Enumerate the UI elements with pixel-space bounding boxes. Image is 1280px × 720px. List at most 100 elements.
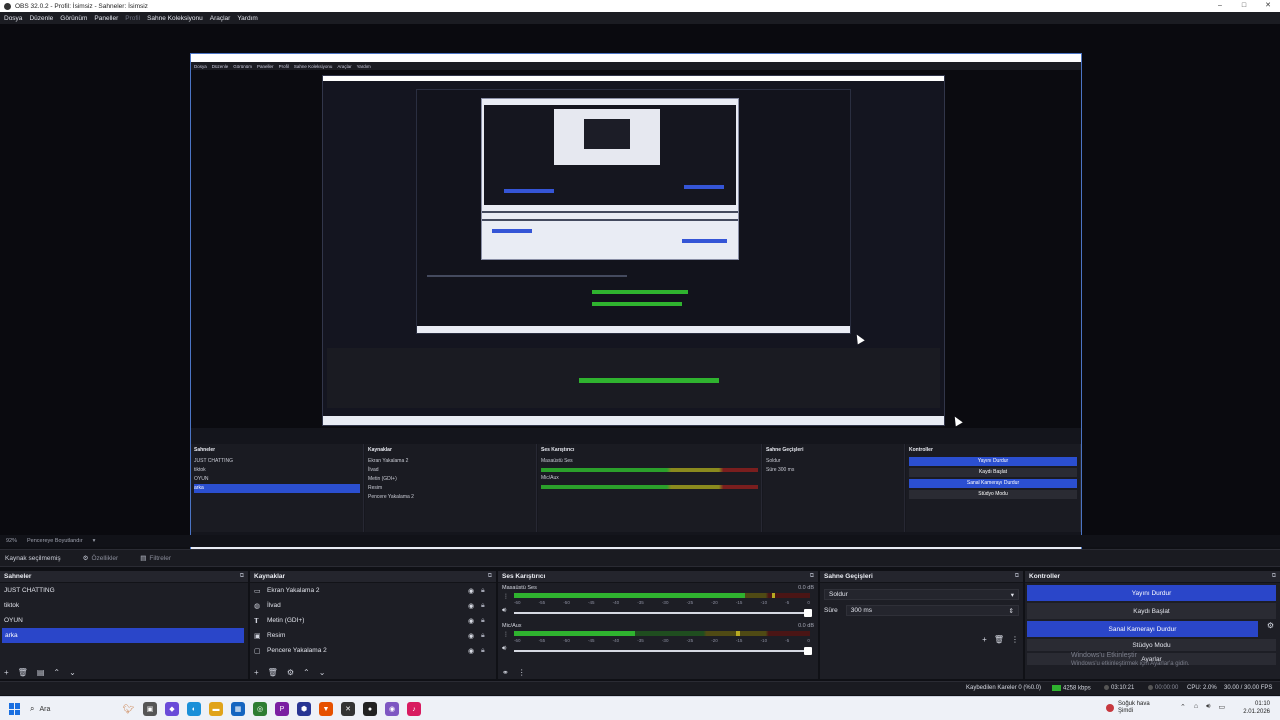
speaker-icon[interactable]: 🔊︎ (502, 607, 506, 615)
source-item[interactable]: 𝗧 Metin (GDI+) ◉ 🔒︎ (250, 613, 496, 628)
edge-icon[interactable]: ◐ (187, 702, 201, 716)
menu-profile[interactable]: Profil (125, 15, 140, 22)
weather-widget[interactable]: Soğuk hava Şimdi (1106, 701, 1150, 715)
chrome-icon[interactable]: ◎ (253, 702, 267, 716)
kebab-menu-icon[interactable]: ⋮ (1011, 635, 1019, 644)
app-icon[interactable]: ⬢ (297, 702, 311, 716)
eye-icon[interactable]: ◉ (468, 632, 474, 640)
taskbar-clock[interactable]: 01:10 2.01.2026 (1243, 700, 1270, 716)
undock-icon[interactable]: ⧉ (810, 573, 814, 580)
spinner-icon[interactable]: ⇕ (1009, 607, 1014, 615)
volume-icon[interactable]: 🔊︎ (1206, 703, 1210, 711)
trash-icon[interactable]: 🗑 (18, 668, 28, 677)
chevron-down-icon[interactable]: ⌄ (69, 668, 76, 677)
zoom-mode[interactable]: Pencereye Boyutlandır (27, 538, 83, 544)
chevron-down-icon[interactable]: ⌄ (319, 668, 326, 677)
gear-icon[interactable]: ⚙ (287, 668, 294, 677)
eye-icon[interactable]: ◉ (468, 602, 474, 610)
chevron-up-icon[interactable]: ⌃ (1180, 703, 1186, 711)
app-icon[interactable]: P (275, 702, 289, 716)
tiktok-icon[interactable]: ♪ (407, 702, 421, 716)
scene-item-selected[interactable]: arka (2, 628, 244, 643)
slider-handle[interactable] (804, 647, 812, 655)
menu-view[interactable]: Görünüm (60, 15, 87, 22)
lock-icon[interactable]: 🔒︎ (481, 632, 485, 640)
transition-select[interactable]: Soldur ▾ (824, 589, 1019, 600)
task-view-icon[interactable]: ▣ (143, 702, 157, 716)
lock-icon[interactable]: 🔒︎ (481, 617, 485, 625)
network-icon[interactable]: ⌂ (1194, 703, 1198, 711)
eye-icon[interactable]: ◉ (468, 617, 474, 625)
source-item[interactable]: ▭ Ekran Yakalama 2 ◉ 🔒︎ (250, 583, 496, 598)
menu-edit[interactable]: Düzenle (29, 15, 53, 22)
source-item[interactable]: ◍ İlvad ◉ 🔒︎ (250, 598, 496, 613)
kebab-menu-icon[interactable]: ⋮ (503, 631, 509, 638)
stop-virtual-camera-button[interactable]: Sanal Kamerayı Durdur (1027, 621, 1258, 637)
studio-mode-button[interactable]: Stüdyo Modu (1027, 639, 1276, 651)
add-icon[interactable]: + (4, 668, 9, 677)
app-icon[interactable]: ◆ (165, 702, 179, 716)
store-icon[interactable]: ▦ (231, 702, 245, 716)
eye-icon[interactable]: ◉ (468, 587, 474, 595)
battery-icon[interactable]: ▭ (1219, 703, 1226, 711)
start-recording-button[interactable]: Kaydı Başlat (1027, 603, 1276, 619)
gear-icon[interactable]: ⚙ (1267, 621, 1274, 630)
undock-icon[interactable]: ⧉ (488, 573, 492, 580)
obs-icon[interactable]: ● (363, 702, 377, 716)
menu-file[interactable]: Dosya (4, 15, 22, 22)
chevron-down-icon[interactable]: ▾ (93, 538, 96, 544)
preview-canvas[interactable]: Dosya Düzenle Görünüm Paneller Profil Sahne K… (0, 24, 1280, 556)
scene-item[interactable]: tiktok (0, 598, 248, 613)
filters-button[interactable]: ▤ Filtreler (140, 554, 171, 563)
menu-docks[interactable]: Paneller (94, 15, 118, 22)
scene-item[interactable]: OYUN (0, 613, 248, 628)
zoom-value[interactable]: 92% (6, 538, 17, 544)
close-icon[interactable]: ✕ (1256, 0, 1280, 12)
app-icon[interactable]: ◉ (385, 702, 399, 716)
menu-help[interactable]: Yardım (237, 15, 257, 22)
captured-preview-level4 (481, 98, 739, 260)
source-item[interactable]: ▣ Resim ◉ 🔒︎ (250, 628, 496, 643)
trash-icon[interactable]: 🗑 (994, 635, 1004, 644)
sources-title: Kaynaklar (254, 573, 286, 580)
chevron-up-icon[interactable]: ⌃ (303, 668, 310, 677)
taskbar-search[interactable]: ⌕ Ara 🐦︎ (30, 702, 140, 716)
volume-slider[interactable] (514, 609, 812, 617)
speaker-icon[interactable]: 🔊︎ (502, 645, 506, 653)
menu-tools[interactable]: Araçlar (210, 15, 231, 22)
lock-icon[interactable]: 🔒︎ (481, 647, 485, 655)
undock-icon[interactable]: ⧉ (1015, 573, 1019, 580)
brave-icon[interactable]: ▼ (319, 702, 333, 716)
add-icon[interactable]: + (254, 668, 259, 677)
chevron-up-icon[interactable]: ⌃ (53, 668, 60, 677)
filter-icon[interactable]: ▤ (37, 668, 45, 677)
duration-input[interactable]: 300 ms ⇕ (845, 605, 1019, 616)
minimize-icon[interactable]: – (1208, 0, 1232, 12)
stream-status-icon (1104, 685, 1109, 690)
add-icon[interactable]: + (982, 635, 987, 644)
link-icon[interactable]: ⚭ (502, 668, 509, 677)
trash-icon[interactable]: 🗑 (268, 668, 278, 677)
stop-streaming-button[interactable]: Yayını Durdur (1027, 585, 1276, 601)
properties-button[interactable]: ⚙ Özellikler (83, 554, 119, 563)
maximize-icon[interactable]: □ (1232, 0, 1256, 12)
menu-scene-collection[interactable]: Sahne Koleksiyonu (147, 15, 203, 22)
eye-icon[interactable]: ◉ (468, 647, 474, 655)
source-item[interactable]: ▢ Pencere Yakalama 2 ◉ 🔒︎ (250, 643, 496, 658)
captured-docks: Sahneler JUST CHATTING tiktok OYUN arka Kay… (191, 444, 1081, 532)
volume-slider[interactable] (514, 647, 812, 655)
kebab-menu-icon[interactable]: ⋮ (503, 593, 509, 600)
undock-icon[interactable]: ⧉ (240, 573, 244, 580)
lock-icon[interactable]: 🔒︎ (481, 602, 485, 610)
weather-title: Soğuk hava (1118, 701, 1150, 707)
slider-handle[interactable] (804, 609, 812, 617)
lock-icon[interactable]: 🔒︎ (481, 587, 485, 595)
mixer-channels: Masaüstü Ses 0.0 dB ⋮ -60 -55 -50 -45 -40 -35… (498, 583, 818, 665)
app-icon[interactable]: ✕ (341, 702, 355, 716)
taskbar-search-text: Ara (39, 705, 51, 713)
undock-icon[interactable]: ⧉ (1272, 573, 1276, 580)
windows-start-icon[interactable] (9, 703, 21, 715)
file-explorer-icon[interactable]: ▬ (209, 702, 223, 716)
scene-item[interactable]: JUST CHATTING (0, 583, 248, 598)
kebab-menu-icon[interactable]: ⋮ (518, 668, 526, 677)
